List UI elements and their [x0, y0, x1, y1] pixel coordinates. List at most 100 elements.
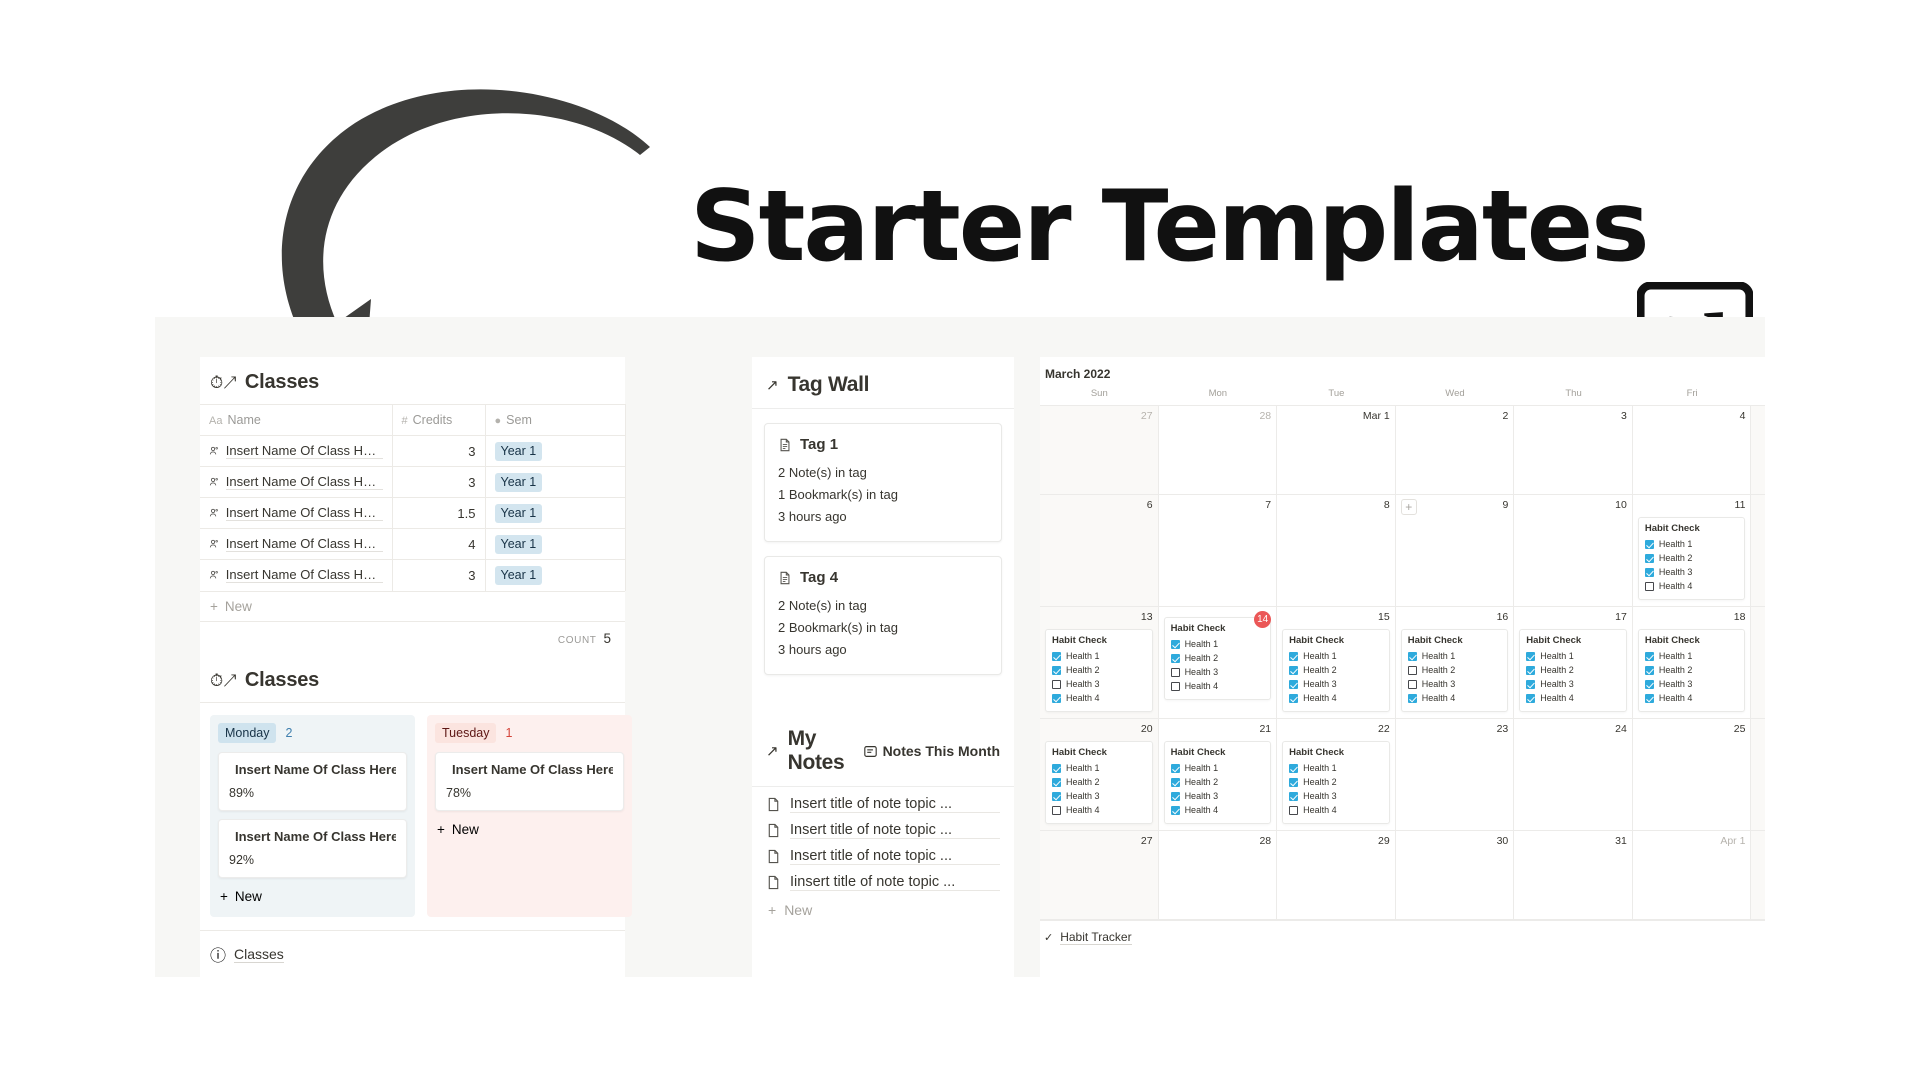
calendar-day-cell[interactable]: 2 [1396, 406, 1515, 494]
habit-check-card[interactable]: Habit Check Health 1 Health 2 Health 3 Healt… [1400, 629, 1509, 712]
list-item[interactable]: Insert title of note topic ... [752, 813, 1014, 839]
habit-check-card[interactable]: Habit Check Health 1 Health 2 Health 3 Healt… [1045, 629, 1153, 712]
calendar-day-cell[interactable]: 28 [1159, 831, 1278, 919]
habit-item[interactable]: Health 1 [1526, 649, 1620, 663]
board-card[interactable]: Insert Name Of Class Here .... 89% [218, 751, 407, 811]
table-row[interactable]: Insert Name Of Class Here .... 1.5 Year 1 [200, 497, 626, 529]
list-item[interactable]: Insert title of note topic ... [752, 839, 1014, 865]
classes-footer-link[interactable]: ⓘ Classes [200, 930, 625, 977]
habit-item[interactable]: Health 3 [1644, 677, 1739, 691]
classes-table-header[interactable]: ⏱↗ Classes [200, 357, 625, 404]
habit-item[interactable]: Health 4 [1170, 679, 1265, 693]
calendar-day-cell[interactable]: 27 [1040, 406, 1159, 494]
board-new-button[interactable]: + New [435, 819, 624, 840]
calendar-day-cell[interactable]: 24 [1514, 719, 1633, 830]
tag-wall-header[interactable]: ↗ Tag Wall [752, 357, 1014, 409]
habit-item[interactable]: Health 2 [1052, 663, 1146, 677]
habit-item[interactable]: Health 3 [1170, 789, 1265, 803]
calendar-day-cell[interactable]: 21 Habit Check Health 1 Health 2 Health 3 Hea… [1159, 719, 1278, 830]
habit-item[interactable]: Health 2 [1644, 663, 1739, 677]
calendar-day-cell[interactable]: 14 Habit Check Health 1 Health 2 Health 3 Hea… [1159, 607, 1278, 718]
habit-item[interactable]: Health 1 [1052, 649, 1146, 663]
habit-checkbox[interactable] [1289, 805, 1299, 815]
habit-checkbox[interactable] [1052, 805, 1061, 815]
habit-checkbox[interactable] [1407, 665, 1417, 675]
habit-item[interactable]: Health 4 [1644, 579, 1739, 593]
habit-checkbox[interactable] [1052, 791, 1061, 801]
calendar-day-cell[interactable]: 15 Habit Check Health 1 Health 2 Health 3 Hea… [1277, 607, 1396, 718]
cell-credits[interactable]: 3 [392, 559, 486, 591]
habit-item[interactable]: Health 3 [1289, 677, 1383, 691]
cell-credits[interactable]: 1.5 [392, 497, 486, 529]
calendar-day-cell[interactable]: 4 [1633, 406, 1752, 494]
calendar-day-cell[interactable]: 22 Habit Check Health 1 Health 2 Health 3 Hea… [1277, 719, 1396, 830]
habit-checkbox[interactable] [1052, 763, 1061, 773]
habit-item[interactable]: Health 3 [1052, 677, 1146, 691]
habit-checkbox[interactable] [1289, 693, 1299, 703]
habit-checkbox[interactable] [1170, 791, 1180, 801]
habit-item[interactable]: Health 2 [1289, 663, 1383, 677]
cell-name[interactable]: Insert Name Of Class Here .... [200, 559, 393, 591]
calendar-day-cell[interactable]: 19 [1751, 607, 1765, 718]
calendar-day-cell[interactable]: 10 [1514, 495, 1633, 606]
habit-checkbox[interactable] [1170, 805, 1180, 815]
habit-item[interactable]: Health 3 [1407, 677, 1502, 691]
cell-semester[interactable]: Year 1 [485, 466, 626, 498]
habit-checkbox[interactable] [1052, 651, 1061, 661]
calendar-day-cell[interactable]: 11 Habit Check Health 1 Health 2 Health 3 Hea… [1633, 495, 1752, 606]
habit-item[interactable]: Health 1 [1170, 761, 1265, 775]
calendar-day-cell[interactable]: 29 [1277, 831, 1396, 919]
calendar-day-cell[interactable]: Apr 1 [1633, 831, 1752, 919]
habit-checkbox[interactable] [1644, 581, 1654, 591]
habit-checkbox[interactable] [1289, 791, 1299, 801]
habit-checkbox[interactable] [1644, 665, 1654, 675]
calendar-day-cell[interactable]: 17 Habit Check Health 1 Health 2 Health 3 Hea… [1514, 607, 1633, 718]
habit-check-card[interactable]: Habit Check Health 1 Health 2 Health 3 Healt… [1163, 741, 1272, 824]
table-row[interactable]: Insert Name Of Class Here .... 4 Year 1 [200, 528, 626, 560]
habit-checkbox[interactable] [1170, 763, 1180, 773]
habit-item[interactable]: Health 2 [1289, 775, 1383, 789]
habit-item[interactable]: Health 1 [1644, 649, 1739, 663]
habit-checkbox[interactable] [1289, 777, 1299, 787]
calendar-day-cell[interactable]: 28 [1159, 406, 1278, 494]
tag-card[interactable]: Tag 4 2 Note(s) in tag 2 Bookmark(s) in ta… [764, 556, 1002, 675]
calendar-day-cell[interactable]: 6 [1040, 495, 1159, 606]
list-item[interactable]: Iinsert title of note topic ... [752, 865, 1014, 891]
habit-item[interactable]: Health 1 [1407, 649, 1502, 663]
habit-checkbox[interactable] [1526, 679, 1536, 689]
habit-checkbox[interactable] [1170, 639, 1180, 649]
habit-item[interactable]: Health 4 [1289, 691, 1383, 705]
habit-checkbox[interactable] [1644, 567, 1654, 577]
habit-checkbox[interactable] [1170, 777, 1180, 787]
habit-item[interactable]: Health 4 [1644, 691, 1739, 705]
calendar-day-cell[interactable]: 2 [1751, 831, 1765, 919]
habit-item[interactable]: Health 1 [1289, 649, 1383, 663]
habit-item[interactable]: Health 3 [1526, 677, 1620, 691]
calendar-day-cell[interactable]: 8 [1277, 495, 1396, 606]
calendar-day-cell[interactable]: 18 Habit Check Health 1 Health 2 Health 3 Hea… [1633, 607, 1752, 718]
habit-check-card[interactable]: Habit Check Health 1 Health 2 Health 3 Healt… [1637, 629, 1746, 712]
calendar-day-cell[interactable]: 7 [1159, 495, 1278, 606]
table-row[interactable]: Insert Name Of Class Here .... 3 Year 1 [200, 559, 626, 591]
habit-item[interactable]: Health 1 [1289, 761, 1383, 775]
habit-checkbox[interactable] [1170, 653, 1180, 663]
column-header-semester[interactable]: ● Sem [485, 404, 626, 436]
habit-check-card[interactable]: Habit Check Health 1 Health 2 Health 3 Healt… [1045, 741, 1153, 824]
habit-checkbox[interactable] [1052, 665, 1061, 675]
habit-tracker-footer-link[interactable]: ✓ Habit Tracker [1040, 920, 1765, 954]
habit-checkbox[interactable] [1289, 665, 1299, 675]
habit-item[interactable]: Health 3 [1289, 789, 1383, 803]
calendar-day-cell[interactable]: 5 [1751, 406, 1765, 494]
cell-name[interactable]: Insert Name Of Class Here .... [200, 435, 393, 467]
habit-check-card[interactable]: Habit Check Health 1 Health 2 Health 3 Healt… [1519, 629, 1627, 712]
habit-item[interactable]: Health 3 [1170, 665, 1265, 679]
calendar-day-cell[interactable]: 31 [1514, 831, 1633, 919]
habit-item[interactable]: Health 3 [1052, 789, 1146, 803]
classes-board-header[interactable]: ⏱↗ Classes [200, 655, 625, 702]
habit-check-card[interactable]: Habit Check Health 1 Health 2 Health 3 Healt… [1637, 517, 1746, 600]
habit-item[interactable]: Health 3 [1644, 565, 1739, 579]
calendar-day-cell[interactable]: 25 [1633, 719, 1752, 830]
habit-item[interactable]: Health 2 [1407, 663, 1502, 677]
notes-view-tab[interactable]: Notes This Month [863, 743, 1000, 759]
notes-new-button[interactable]: + New [752, 891, 1014, 918]
